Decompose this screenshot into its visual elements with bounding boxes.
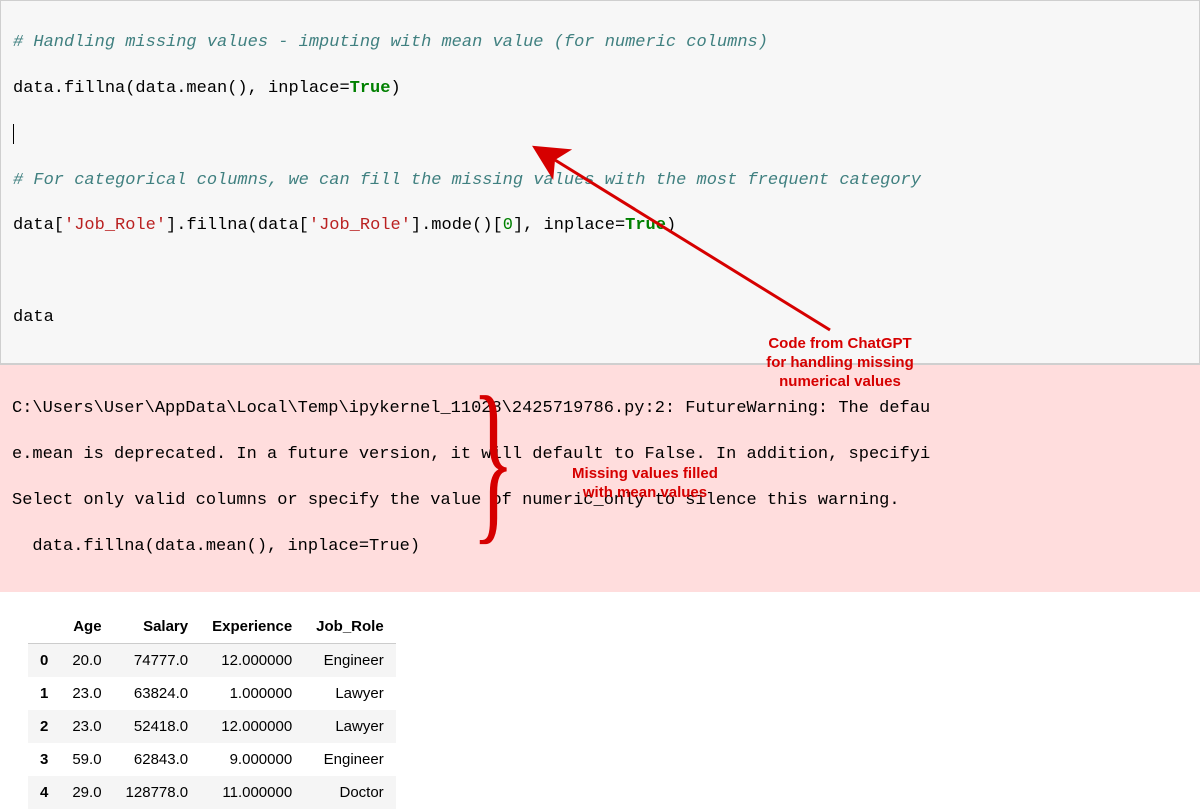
row-index: 2	[28, 710, 60, 743]
annotation-text: Missing values filled	[555, 465, 735, 484]
cell-experience: 12.000000	[200, 710, 304, 743]
cell-jobrole: Lawyer	[304, 677, 396, 710]
annotation-arrow-icon	[0, 0, 1200, 630]
cell-age: 23.0	[60, 677, 113, 710]
table-row: 4 29.0 128778.0 11.000000 Doctor	[28, 776, 396, 809]
row-index: 3	[28, 743, 60, 776]
row-index: 1	[28, 677, 60, 710]
cell-experience: 1.000000	[200, 677, 304, 710]
cell-salary: 74777.0	[114, 643, 201, 677]
cell-jobrole: Engineer	[304, 743, 396, 776]
annotation-text: with mean values	[555, 484, 735, 503]
cell-experience: 11.000000	[200, 776, 304, 809]
cell-experience: 12.000000	[200, 643, 304, 677]
row-index: 0	[28, 643, 60, 677]
cell-age: 29.0	[60, 776, 113, 809]
table-row: 2 23.0 52418.0 12.000000 Lawyer	[28, 710, 396, 743]
cell-salary: 52418.0	[114, 710, 201, 743]
cell-age: 59.0	[60, 743, 113, 776]
table-row: 1 23.0 63824.0 1.000000 Lawyer	[28, 677, 396, 710]
dataframe-table: Age Salary Experience Job_Role 0 20.0 74…	[28, 610, 396, 809]
cell-age: 20.0	[60, 643, 113, 677]
cell-experience: 9.000000	[200, 743, 304, 776]
cell-salary: 128778.0	[114, 776, 201, 809]
annotation-meanvalues: Missing values filled with mean values	[555, 465, 735, 503]
cell-salary: 62843.0	[114, 743, 201, 776]
cell-salary: 63824.0	[114, 677, 201, 710]
cell-jobrole: Lawyer	[304, 710, 396, 743]
annotation-brace-icon: }	[472, 370, 515, 550]
table-row: 0 20.0 74777.0 12.000000 Engineer	[28, 643, 396, 677]
cell-age: 23.0	[60, 710, 113, 743]
cell-jobrole: Doctor	[304, 776, 396, 809]
row-index: 4	[28, 776, 60, 809]
table-row: 3 59.0 62843.0 9.000000 Engineer	[28, 743, 396, 776]
cell-jobrole: Engineer	[304, 643, 396, 677]
